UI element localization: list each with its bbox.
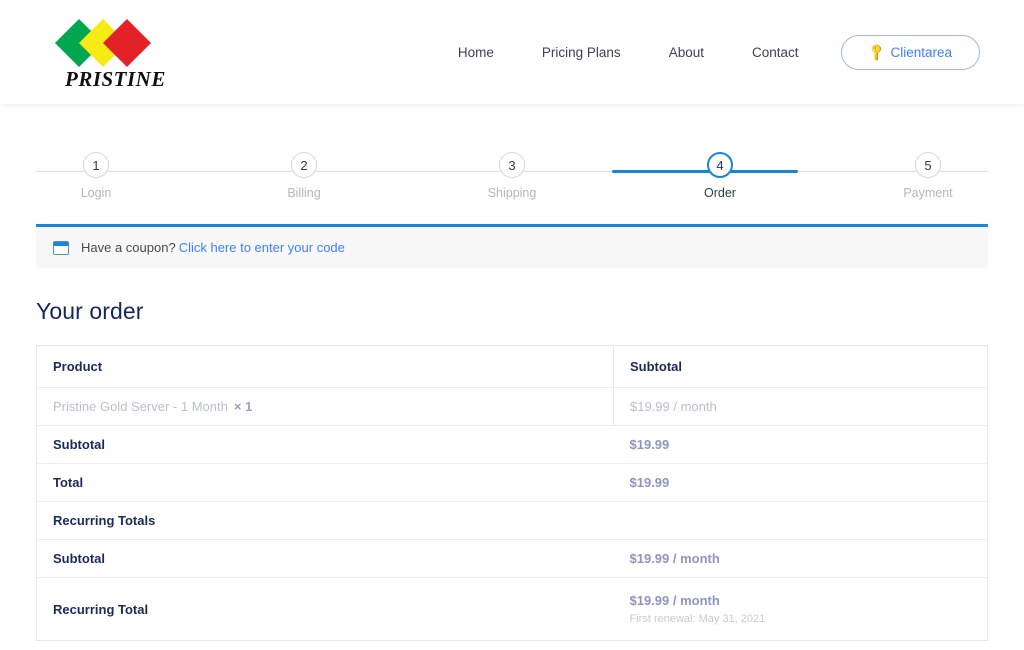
clientarea-button[interactable]: 🔑 Clientarea — [840, 34, 980, 70]
step-billing[interactable]: 2 Billing — [244, 152, 364, 200]
step-label: Payment — [903, 186, 953, 200]
step-label: Login — [80, 186, 112, 200]
site-logo[interactable]: PRISTINE — [46, 18, 186, 92]
clientarea-label: Clientarea — [890, 44, 952, 60]
table-row: Total $19.99 — [36, 463, 988, 502]
row-value-cell: $19.99 / month First renewal: May 31, 20… — [614, 578, 988, 641]
step-payment[interactable]: 5 Payment — [868, 152, 988, 200]
logo-diamonds — [54, 18, 170, 68]
step-number: 5 — [915, 152, 941, 178]
row-label: Subtotal — [36, 539, 614, 578]
row-value: $19.99 / month — [629, 593, 720, 608]
row-label: Recurring Total — [53, 601, 149, 617]
nav-item-pricing-plans[interactable]: Pricing Plans — [518, 45, 645, 60]
step-number: 1 — [83, 152, 109, 178]
coupon-bar: Have a coupon? Click here to enter your … — [36, 224, 988, 268]
row-value: $19.99 — [613, 463, 988, 502]
line-item-name: Pristine Gold Server - 1 Month — [53, 399, 228, 414]
checkout-stepper: 1 Login 2 Billing 3 Shipping 4 Order 5 P… — [36, 152, 988, 210]
step-number: 3 — [499, 152, 525, 178]
nav-item-about[interactable]: About — [645, 45, 728, 60]
line-item-price: $19.99 / month — [613, 387, 988, 426]
row-value: $19.99 — [613, 425, 988, 464]
coupon-ticket-icon — [53, 240, 69, 255]
table-row: Subtotal $19.99 — [36, 425, 988, 464]
table-row: Subtotal $19.99 / month — [36, 539, 988, 578]
step-number: 2 — [291, 152, 317, 178]
step-shipping[interactable]: 3 Shipping — [452, 152, 572, 200]
coupon-link[interactable]: Click here to enter your code — [179, 240, 345, 255]
row-label: Subtotal — [36, 425, 614, 464]
order-summary-table: Product Subtotal Pristine Gold Server - … — [36, 345, 988, 641]
step-label: Billing — [287, 186, 321, 200]
step-login[interactable]: 1 Login — [36, 152, 156, 200]
renewal-note: First renewal: May 31, 2021 — [629, 613, 766, 625]
stepper-steps: 1 Login 2 Billing 3 Shipping 4 Order 5 P… — [36, 152, 988, 200]
row-value — [613, 501, 988, 540]
table-row-line-item: Pristine Gold Server - 1 Month × 1 $19.99… — [36, 387, 988, 426]
nav-item-contact[interactable]: Contact — [728, 45, 823, 60]
row-label: Recurring Totals — [36, 501, 614, 540]
page-body: 1 Login 2 Billing 3 Shipping 4 Order 5 P… — [0, 104, 1024, 650]
line-item-cell: Pristine Gold Server - 1 Month × 1 — [36, 387, 614, 426]
coupon-prompt: Have a coupon? — [81, 240, 176, 255]
site-header: PRISTINE Home Pricing Plans About Contac… — [0, 0, 1024, 104]
table-row: Recurring Total $19.99 / month First ren… — [37, 578, 988, 641]
nav-item-home[interactable]: Home — [434, 45, 518, 60]
table-header-row: Product Subtotal — [36, 345, 988, 388]
step-label: Shipping — [487, 186, 537, 200]
step-number: 4 — [707, 152, 733, 178]
column-header-product: Product — [36, 345, 614, 388]
checkout-content: 1 Login 2 Billing 3 Shipping 4 Order 5 P… — [36, 104, 988, 650]
line-item-quantity: × 1 — [233, 399, 253, 414]
step-order[interactable]: 4 Order — [660, 152, 780, 200]
table-row: Recurring Totals — [36, 501, 988, 540]
column-header-subtotal: Subtotal — [613, 345, 988, 388]
logo-text: PRISTINE — [65, 67, 166, 91]
page-title: Your order — [36, 298, 144, 324]
row-label: Total — [36, 463, 614, 502]
main-navigation: Home Pricing Plans About Contact 🔑 Clien… — [434, 0, 980, 104]
step-label: Order — [704, 186, 736, 200]
key-icon: 🔑 — [865, 41, 887, 63]
row-value: $19.99 / month — [613, 539, 988, 578]
